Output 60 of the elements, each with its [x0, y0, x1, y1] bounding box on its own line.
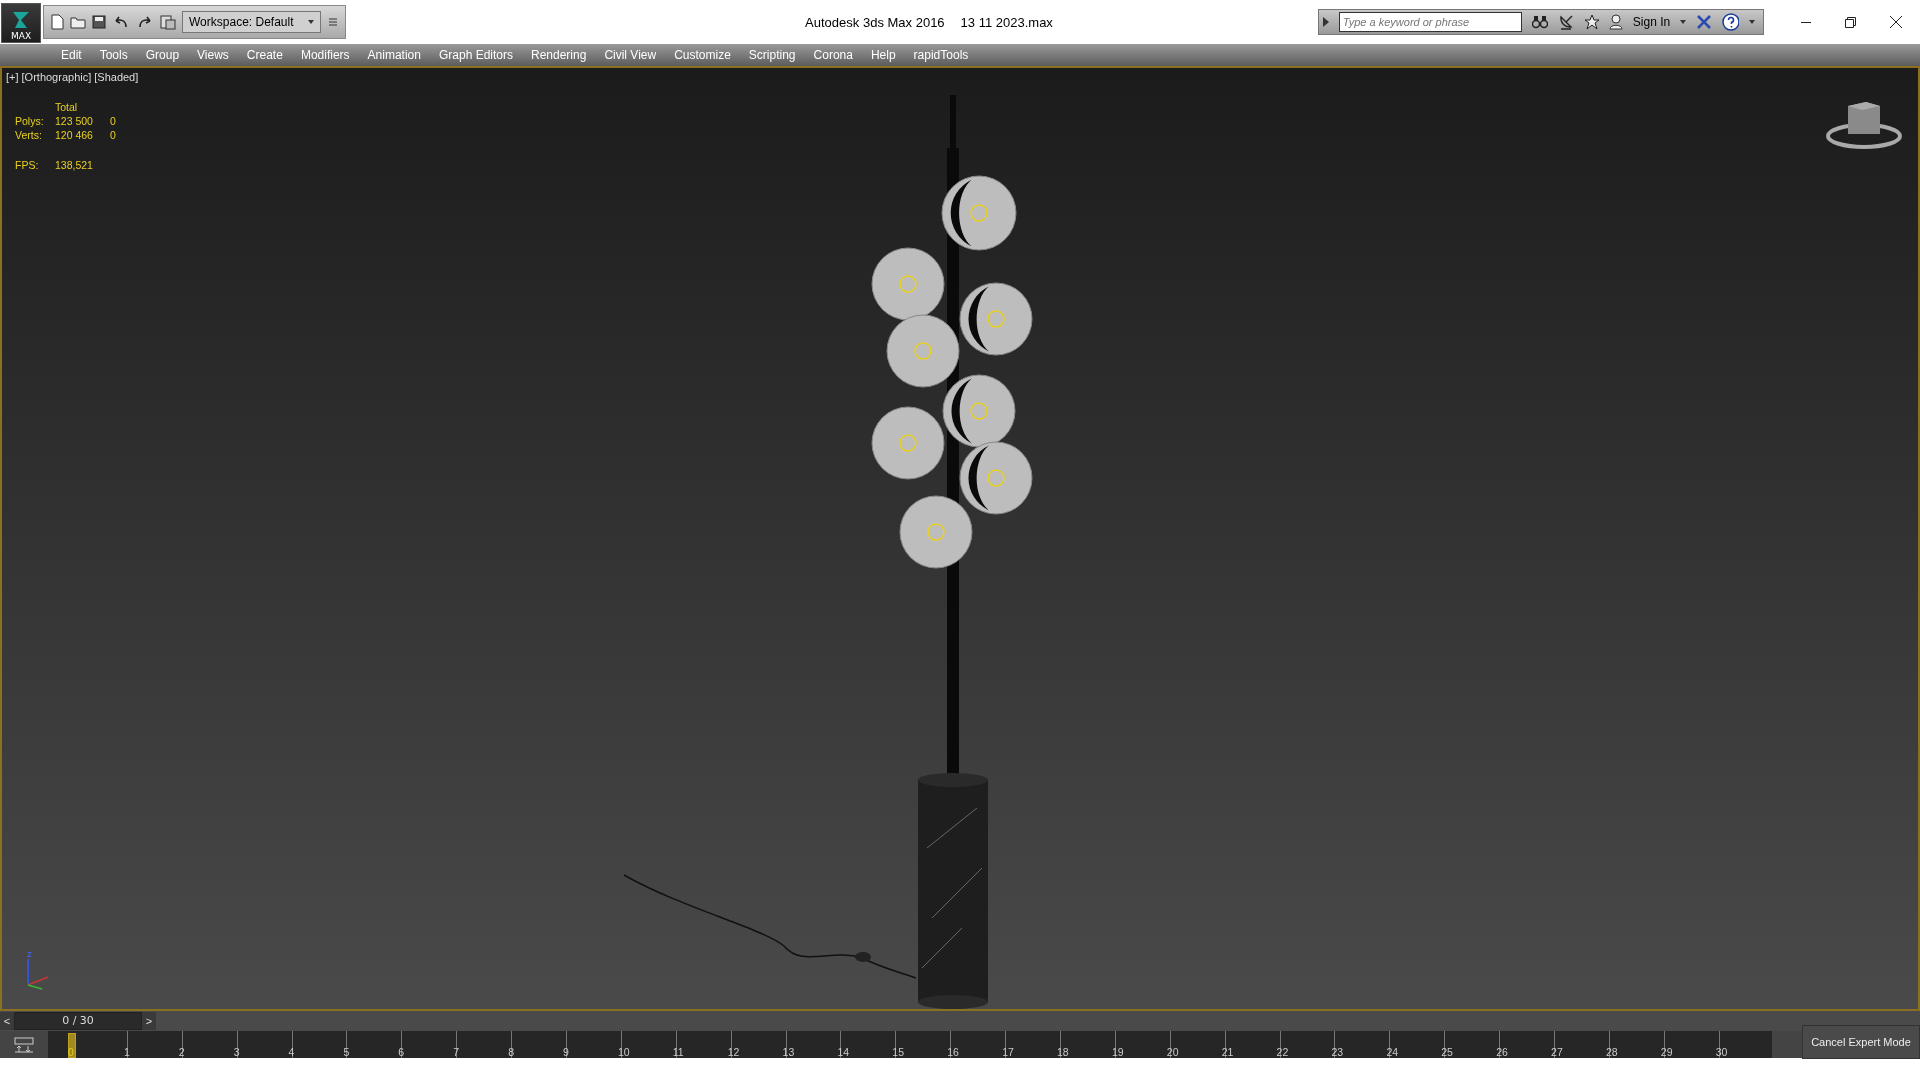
key-mode-icon[interactable]: [14, 1036, 34, 1053]
caret-icon[interactable]: [1749, 20, 1755, 24]
menu-item[interactable]: Corona: [804, 48, 862, 62]
undo-icon[interactable]: [112, 15, 130, 29]
time-slider-track[interactable]: < 0 / 30 >: [0, 1011, 1920, 1031]
menu-item[interactable]: Help: [861, 48, 905, 62]
sign-in-button[interactable]: Sign In: [1632, 15, 1671, 29]
help-icon[interactable]: [1721, 13, 1740, 31]
binoculars-icon[interactable]: [1532, 15, 1548, 29]
stats-value: 0: [110, 115, 117, 127]
fps-value: 138,521: [55, 159, 94, 171]
app-menu-button[interactable]: MAX: [1, 3, 41, 43]
user-icon: [1609, 14, 1623, 30]
menu-item[interactable]: Scripting: [739, 48, 805, 62]
frame-reading: 0 / 30: [14, 1012, 142, 1030]
stats-header: Total: [55, 101, 79, 113]
expand-icon[interactable]: [1323, 17, 1329, 27]
stats-label: Polys:: [15, 115, 45, 127]
fps-label: FPS:: [15, 159, 40, 171]
logo-icon: [10, 9, 32, 31]
menu-item[interactable]: Create: [237, 48, 292, 62]
caret-icon: [307, 20, 314, 24]
satellite-dish-icon[interactable]: [1557, 14, 1574, 30]
menu-item[interactable]: Rendering: [522, 48, 596, 62]
stats-value: 123 500: [55, 115, 94, 127]
viewport-label[interactable]: [+]: [6, 71, 19, 83]
menu-item[interactable]: Tools: [90, 48, 137, 62]
menu-item[interactable]: Graph Editors: [429, 48, 522, 62]
workspace-dropdown[interactable]: Workspace: Default: [182, 11, 321, 33]
save-icon[interactable]: [92, 15, 106, 29]
menu-item[interactable]: Edit: [52, 48, 91, 62]
menu-item[interactable]: Customize: [665, 48, 740, 62]
stats-label: Verts:: [15, 129, 43, 141]
close-icon: [1890, 16, 1902, 28]
redo-icon[interactable]: [136, 15, 154, 29]
menu-item[interactable]: Views: [188, 48, 238, 62]
minimize-icon: [1801, 21, 1811, 23]
restore-icon: [1844, 16, 1856, 28]
search-field[interactable]: Type a keyword or phrase: [1338, 12, 1523, 32]
caret-icon[interactable]: [1680, 20, 1686, 24]
star-icon[interactable]: [1583, 14, 1600, 30]
new-file-icon[interactable]: [50, 14, 64, 30]
menu-item[interactable]: Modifiers: [291, 48, 359, 62]
viewport-label[interactable]: [Orthographic]: [21, 71, 92, 83]
project-icon[interactable]: [160, 14, 176, 30]
folder-icon[interactable]: [70, 15, 86, 29]
stats-value: 120 466: [55, 129, 94, 141]
file-name: 13 11 2023.max: [960, 14, 1053, 30]
menu-item[interactable]: Group: [136, 48, 189, 62]
window-title: Autodesk 3ds Max 2016: [805, 14, 945, 30]
menu-item[interactable]: Civil View: [595, 48, 666, 62]
axis-label: z: [27, 949, 32, 959]
exchange-icon[interactable]: [1696, 15, 1712, 29]
cancel-expert-mode-button[interactable]: Cancel Expert Mode: [1802, 1025, 1920, 1059]
menu-item[interactable]: Animation: [358, 48, 430, 62]
timeline-end-panel: [1772, 1031, 1802, 1058]
viewport-label[interactable]: [Shaded]: [94, 71, 139, 83]
viewport[interactable]: [+] [Orthographic] [Shaded] Total Polys: 123 500 0 Verts: 120 466 0 FPS: 138,521 z: [0, 66, 1920, 1011]
menu-item[interactable]: rapidTools: [904, 48, 978, 62]
stats-value: 0: [110, 129, 117, 141]
